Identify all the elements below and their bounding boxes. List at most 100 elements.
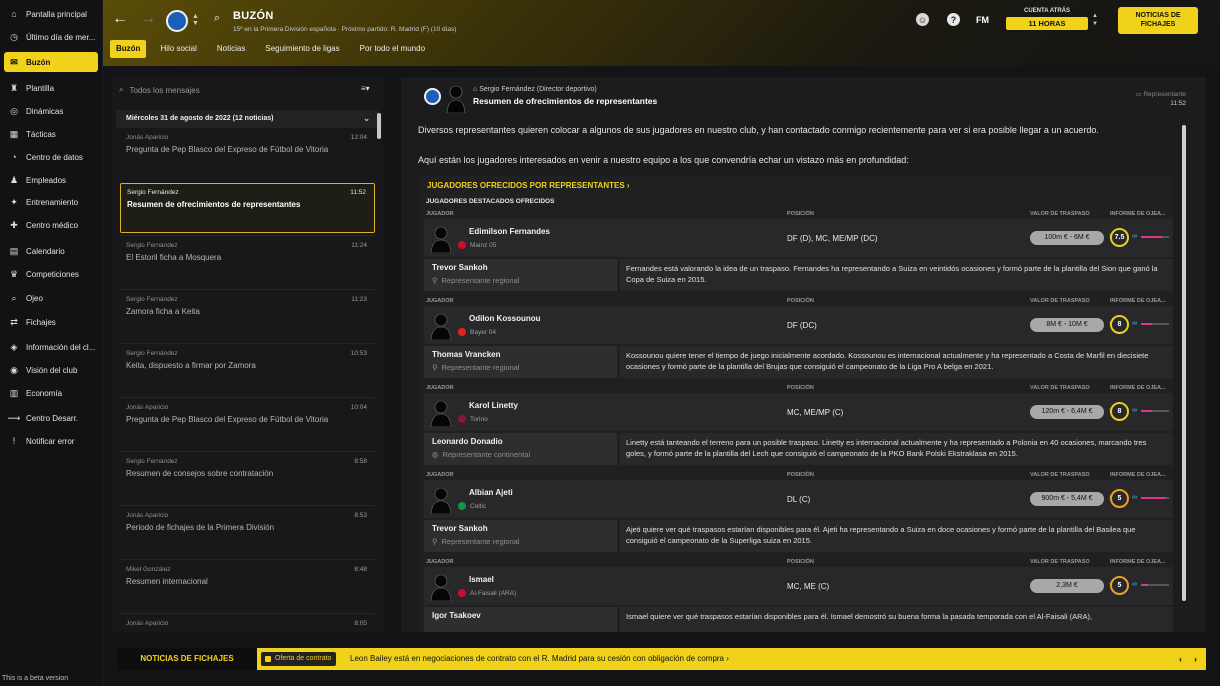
agent-name[interactable]: Trevor Sankoh: [432, 263, 609, 272]
player-name[interactable]: Albian Ajeti: [469, 488, 513, 497]
infinity-icon: ∞: [1132, 407, 1137, 414]
inbox-message[interactable]: Sergio Fernández 11:24 El Estoril ficha a …: [120, 237, 375, 287]
inbox-date-label: Miércoles 31 de agosto de 2022 (12 notic…: [126, 115, 274, 122]
sidebar-item-report-bug[interactable]: ! Notificar error: [4, 431, 98, 451]
forward-arrow-icon[interactable]: →: [140, 10, 156, 28]
sidebar-item-clock[interactable]: ◷ Último día de mer...: [4, 27, 98, 47]
tab-3[interactable]: Noticias: [211, 40, 251, 58]
sidebar-item-staff[interactable]: ♟ Empleados: [4, 170, 98, 190]
inbox-date-header[interactable]: Miércoles 31 de agosto de 2022 (12 notic…: [116, 110, 378, 128]
countdown-caret-icon[interactable]: ▲ ▼: [1092, 12, 1098, 28]
transfer-news-button[interactable]: NOTICIAS DE FICHAJES: [1118, 7, 1198, 34]
sidebar-item-tactics[interactable]: ▦ Tácticas: [4, 124, 98, 144]
player-club[interactable]: Torino: [458, 415, 488, 423]
scout-rating[interactable]: 8: [1110, 315, 1129, 334]
agent-box[interactable]: Trevor Sankoh ⚲ Representante regional: [424, 520, 617, 552]
message-scrollbar[interactable]: [1182, 125, 1186, 601]
agent-box[interactable]: Trevor Sankoh ⚲ Representante regional: [424, 259, 617, 291]
sidebar-item-medical[interactable]: ✚ Centro médico: [4, 215, 98, 235]
player-club[interactable]: Mainz 05: [458, 241, 496, 249]
tab-2[interactable]: Hilo social: [154, 40, 202, 58]
people-icon[interactable]: ☺: [916, 13, 929, 26]
sidebar-item-label: Notificar error: [26, 436, 75, 446]
inbox-message[interactable]: Jonás Aparicio 12:04 Pregunta de Pep Blasc…: [120, 129, 375, 179]
player-club[interactable]: Al-Faisali (ARA): [458, 589, 516, 597]
club-switch-icon[interactable]: ▲ ▼: [192, 13, 199, 27]
offers-title-link[interactable]: JUGADORES OFRECIDOS POR REPRESENTANTES ›: [427, 181, 630, 190]
help-icon[interactable]: ?: [947, 13, 960, 26]
list-divider: [120, 235, 375, 236]
message-subject: Resumen internacional: [126, 577, 208, 586]
inbox-message[interactable]: Sergio Fernández 11:23 Zamora ficha a Keit…: [120, 291, 375, 341]
fm-menu-button[interactable]: FM: [976, 15, 989, 25]
inbox-message[interactable]: Jonás Aparicio 8:53 Periodo de fichajes de…: [120, 507, 375, 557]
tab-bar: Buzón Hilo social Noticias Seguimiento de l…: [110, 40, 431, 58]
agent-name[interactable]: Leonardo Donadio: [432, 437, 609, 446]
agent-box[interactable]: Thomas Vrancken ⚲ Representante regional: [424, 346, 617, 378]
inbox-message[interactable]: Jonás Aparicio 8:05: [120, 615, 375, 632]
player-row[interactable]: Ismael Al-Faisali (ARA) MC, ME (C) 2,3M € › 5…: [424, 567, 1173, 605]
back-arrow-icon[interactable]: ←: [112, 10, 128, 28]
sidebar-item-training[interactable]: ✦ Entrenamiento: [4, 192, 98, 212]
message-from: Sergio Fernández: [126, 350, 178, 357]
club-name: Al-Faisali (ARA): [470, 589, 517, 597]
sidebar-item-club-vision[interactable]: ◉ Visión del club: [4, 360, 98, 380]
player-name[interactable]: Karol Linetty: [469, 401, 518, 410]
countdown[interactable]: CUENTA ATRÁS 11 HORAS: [1006, 8, 1088, 34]
ticker-next-icon[interactable]: ›: [1194, 648, 1197, 670]
agent-name[interactable]: Trevor Sankoh: [432, 524, 609, 533]
tab-5[interactable]: Por todo el mundo: [354, 40, 431, 58]
player-club[interactable]: Bayer 04: [458, 328, 496, 336]
filter-menu-icon[interactable]: ≡▾: [361, 84, 370, 93]
scout-rating[interactable]: 8: [1110, 402, 1129, 421]
inbox-message[interactable]: Mikel González 8:48 Resumen internacional: [120, 561, 375, 611]
player-row[interactable]: Albian Ajeti Celtic DL (C) 900m € - 5,4M € ›…: [424, 480, 1173, 518]
inbox-message[interactable]: Sergio Fernández 11:52 Resumen de ofrecimi…: [120, 183, 375, 233]
inbox-message[interactable]: Jonás Aparicio 10:04 Pregunta de Pep Blasc…: [120, 399, 375, 449]
agent-name[interactable]: Thomas Vrancken: [432, 350, 609, 359]
player-club[interactable]: Celtic: [458, 502, 486, 510]
sidebar-item-development[interactable]: ⟿ Centro Desarr.: [4, 408, 98, 428]
tab-4[interactable]: Seguimiento de ligas: [259, 40, 345, 58]
scout-rating[interactable]: 5: [1110, 489, 1129, 508]
player-name[interactable]: Ismael: [469, 575, 494, 584]
sidebar-item-club-info[interactable]: ◈ Información del cl...: [4, 337, 98, 357]
search-icon[interactable]: ⌕: [214, 12, 220, 25]
ticker-text[interactable]: Leon Bailey está en negociaciones de con…: [350, 648, 729, 670]
agent-box[interactable]: Igor Tsakoev: [424, 607, 617, 632]
news-ticker[interactable]: NOTICIAS DE FICHAJES Oferta de contrato …: [117, 648, 1206, 670]
report-bar: [1141, 584, 1169, 586]
player-row[interactable]: Edimilson Fernandes Mainz 05 DF (D), MC, M…: [424, 219, 1173, 257]
club-badge[interactable]: [166, 10, 188, 32]
sidebar-item-shirt[interactable]: ♜ Plantilla: [4, 78, 98, 98]
sidebar-item-mail[interactable]: ✉ Buzón: [4, 52, 98, 72]
sidebar-item-dynamics[interactable]: ◎ Dinámicas: [4, 101, 98, 121]
inbox-search[interactable]: ⌕ Todos los mensajes: [119, 83, 349, 97]
player-name[interactable]: Edimilson Fernandes: [469, 227, 550, 236]
agent-box[interactable]: Leonardo Donadio ◍ Representante continent…: [424, 433, 617, 465]
column-header-player: JUGADOR: [426, 298, 454, 304]
sidebar-item-data[interactable]: ◔ Centro de datos: [4, 147, 98, 167]
scout-rating[interactable]: 7.5: [1110, 228, 1129, 247]
countdown-value[interactable]: 11 HORAS: [1006, 17, 1088, 30]
message-time: 8:48: [354, 566, 367, 573]
agent-role: ⚲ Representante regional: [432, 537, 609, 546]
message-sender[interactable]: ⌂ Sergio Fernández (Director deportivo): [473, 86, 597, 93]
player-row[interactable]: Karol Linetty Torino MC, ME/MP (C) 120m € -…: [424, 393, 1173, 431]
agent-name[interactable]: Igor Tsakoev: [432, 611, 609, 620]
inbox-message[interactable]: Sergio Fernández 8:58 Resumen de consejos …: [120, 453, 375, 503]
club-info-icon: ◈: [10, 341, 18, 352]
inbox-scrollbar[interactable]: [377, 113, 381, 139]
scout-rating[interactable]: 5: [1110, 576, 1129, 595]
sidebar-item-home[interactable]: ⌂ Pantalla principal: [4, 4, 98, 24]
sidebar-item-scouting[interactable]: ⌕ Ojeo: [4, 288, 98, 308]
ticker-prev-icon[interactable]: ‹: [1179, 648, 1182, 670]
sidebar-item-transfers[interactable]: ⇄ Fichajes: [4, 312, 98, 332]
sidebar-item-calendar[interactable]: ▤ Calendario: [4, 241, 98, 261]
sidebar-item-trophy[interactable]: ♛ Competiciones: [4, 264, 98, 284]
inbox-message[interactable]: Sergio Fernández 10:53 Keita, dispuesto a …: [120, 345, 375, 395]
tab-1[interactable]: Buzón: [110, 40, 147, 58]
player-name[interactable]: Odilon Kossounou: [469, 314, 541, 323]
player-row[interactable]: Odilon Kossounou Bayer 04 DF (DC) 8M € - 10…: [424, 306, 1173, 344]
sidebar-item-finance[interactable]: ▥ Economía: [4, 383, 98, 403]
